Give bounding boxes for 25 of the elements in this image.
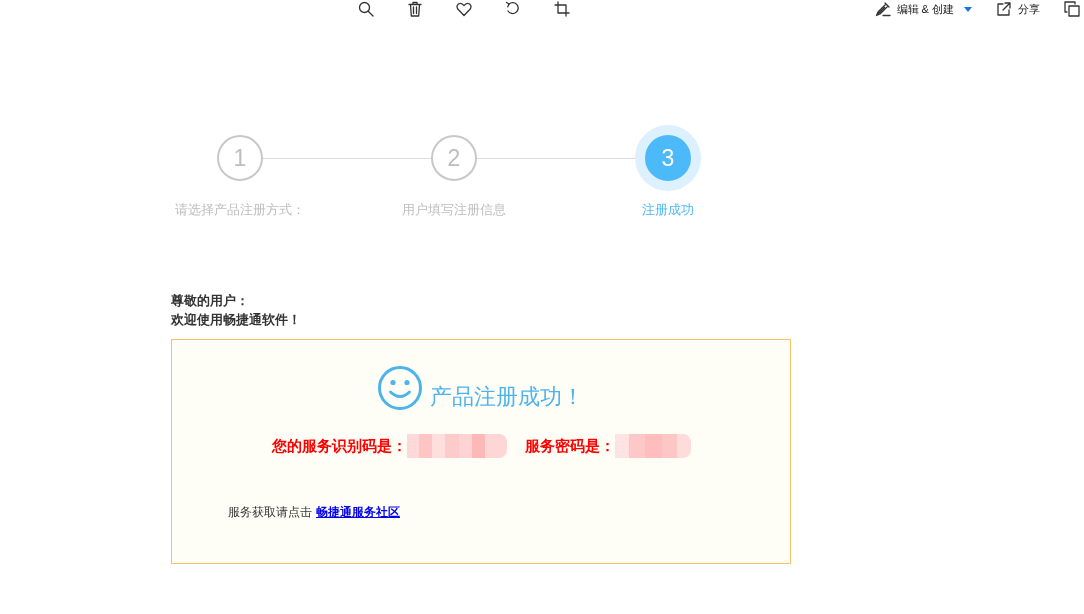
step-number: 3 [635,125,701,191]
edit-create-dropdown[interactable]: 编辑 & 创建 [874,1,972,17]
credential-label: 服务密码是： [524,435,615,456]
rotate-icon[interactable] [505,1,521,17]
search-icon[interactable] [358,1,374,17]
share-button[interactable]: 分享 [996,1,1040,17]
service-community-link[interactable]: 畅捷通服务社区 [316,505,400,519]
heart-icon[interactable] [456,1,472,17]
welcome-text: 欢迎使用畅捷通软件！ [171,311,302,329]
service-note-text: 服务获取请点击 [228,505,312,519]
step-label: 请选择产品注册方式： [175,201,305,219]
smiley-icon [378,366,422,410]
pen-icon [874,1,891,17]
step-number: 2 [431,135,477,181]
trash-icon[interactable] [407,1,423,17]
share-icon [996,1,1012,17]
step-label: 注册成功 [642,201,694,219]
credential-label: 您的服务识别码是： [271,435,407,456]
caret-icon [964,6,972,12]
step-number: 1 [217,135,263,181]
salutation-text: 尊敬的用户： [171,292,250,310]
step-label: 用户填写注册信息 [402,201,506,219]
success-title: 产品注册成功！ [430,384,584,410]
crop-icon[interactable] [554,1,570,17]
copy-icon[interactable] [1064,1,1080,17]
